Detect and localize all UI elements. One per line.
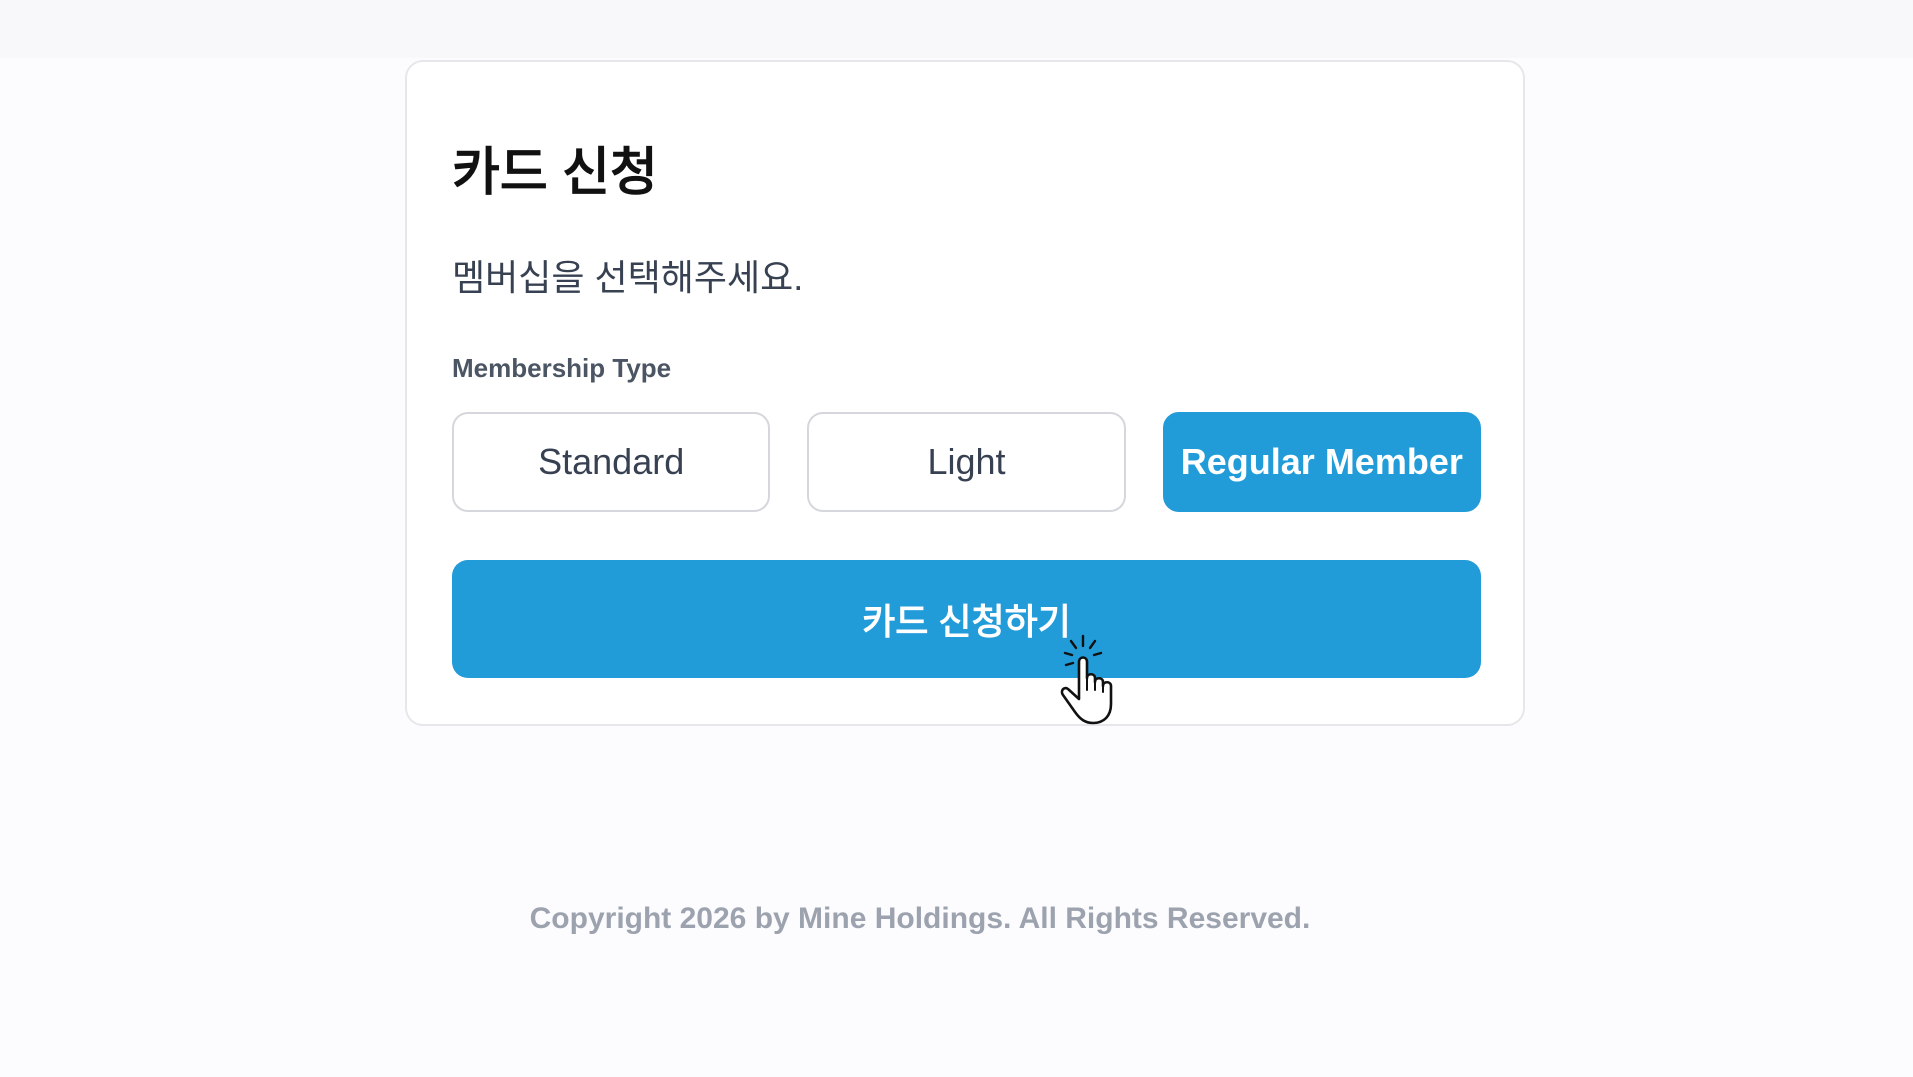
page-title: 카드 신청 — [452, 144, 658, 202]
option-light-button[interactable]: Light — [807, 412, 1126, 512]
card-application-form: 카드 신청 멤버십을 선택해주세요. Membership Type Stand… — [405, 60, 1525, 726]
membership-type-label: Membership Type — [452, 353, 672, 383]
apply-card-button[interactable]: 카드 신청하기 — [452, 560, 1481, 678]
form-subtitle: 멤버십을 선택해주세요. — [452, 257, 804, 298]
membership-options: Standard Light Regular Member — [452, 412, 1481, 512]
option-standard-button[interactable]: Standard — [452, 412, 771, 512]
top-band — [0, 0, 1913, 58]
footer-copyright: Copyright 2026 by Mine Holdings. All Rig… — [529, 902, 1311, 935]
page: 카드 신청 멤버십을 선택해주세요. Membership Type Stand… — [0, 0, 1913, 1077]
option-regular-member-button[interactable]: Regular Member — [1162, 412, 1481, 512]
